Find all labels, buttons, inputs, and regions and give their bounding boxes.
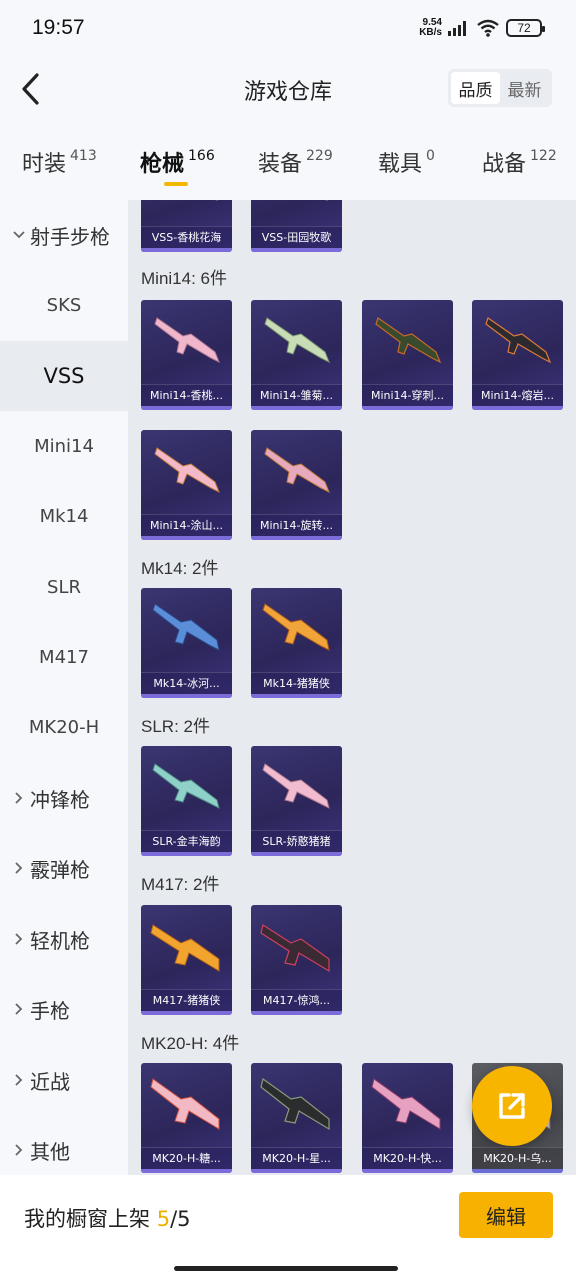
showcase-status: 我的橱窗上架 5/5 (24, 1207, 191, 1231)
battery-indicator: 72 (506, 19, 545, 37)
sidebar-group-smg[interactable]: 冲锋枪 (0, 763, 128, 833)
chevron-right-icon (12, 1073, 28, 1087)
rifle-icon (154, 447, 220, 494)
tab-fashion[interactable]: 时装 413 (22, 146, 97, 178)
signal-icon (448, 21, 466, 36)
skin-card[interactable]: M417-惊鸿... (251, 905, 342, 1015)
rifle-icon (262, 603, 330, 651)
skin-card[interactable]: Mini14-旋转... (251, 430, 342, 540)
status-bar: 19:57 9.54 KB/s 72 (0, 0, 576, 60)
section-title-m417: M417: 2件 (141, 875, 220, 894)
sort-quality-button[interactable]: 品质 (451, 72, 500, 104)
status-icons: 9.54 KB/s 72 (419, 17, 545, 38)
rifle-icon (260, 1077, 330, 1131)
sidebar-item-vss[interactable]: VSS (0, 341, 128, 411)
skin-card[interactable]: Mini14-香桃... (141, 300, 232, 410)
rifle-icon (260, 924, 330, 973)
edit-button[interactable]: 编辑 (459, 1192, 553, 1238)
section-title-mk20h: MK20-H: 4件 (141, 1034, 240, 1053)
tab-vehicles[interactable]: 载具 0 (378, 146, 435, 178)
wifi-icon (477, 19, 499, 37)
skin-card[interactable]: Mini14-穿刺... (362, 300, 453, 410)
skin-card[interactable]: Mini14-熔岩... (472, 300, 563, 410)
tab-firearms[interactable]: 枪械 166 (140, 146, 215, 178)
rifle-icon (150, 1078, 220, 1130)
tab-equipment[interactable]: 装备 229 (258, 146, 333, 178)
sidebar-group-lmg[interactable]: 轻机枪 (0, 904, 128, 974)
rifle-icon (152, 603, 220, 651)
chevron-down-icon (12, 228, 28, 242)
sidebar-item-sks[interactable]: SKS (0, 270, 128, 340)
sort-toggle: 品质 最新 (448, 69, 552, 107)
header: 游戏仓库 品质 最新 (0, 60, 576, 120)
weapon-type-sidebar: 射手步枪 SKS VSS Mini14 Mk14 SLR M417 MK20-H… (0, 200, 128, 1175)
network-speed: 9.54 KB/s (419, 17, 442, 38)
chevron-right-icon (12, 791, 28, 805)
chevron-right-icon (12, 861, 28, 875)
rifle-icon (324, 200, 328, 201)
skin-card[interactable]: SLR-娇憨猪猪 (251, 746, 342, 856)
skin-card[interactable]: VSS-香桃花海 (141, 200, 232, 252)
skin-card[interactable]: MK20-H-快... (362, 1063, 453, 1173)
sidebar-group-pistol[interactable]: 手枪 (0, 974, 128, 1044)
skin-card[interactable]: SLR-金丰海韵 (141, 746, 232, 856)
rifle-icon (264, 447, 330, 494)
section-title-slr: SLR: 2件 (141, 717, 210, 736)
status-time: 19:57 (32, 16, 85, 39)
share-button[interactable] (472, 1066, 552, 1146)
share-icon (499, 1093, 525, 1119)
skin-card[interactable]: Mk14-冰河... (141, 588, 232, 698)
skin-list: VSS-香桃花海 VSS-田园牧歌 Mini14: 6件 Mini14-香桃..… (128, 200, 576, 1175)
rifle-icon (154, 317, 220, 364)
tab-war-gear[interactable]: 战备 122 (482, 146, 557, 178)
skin-card[interactable]: Mk14-猪猪侠 (251, 588, 342, 698)
section-title-mini14: Mini14: 6件 (141, 269, 227, 288)
sidebar-item-m417[interactable]: M417 (0, 622, 128, 692)
sidebar-group-shotgun[interactable]: 霰弹枪 (0, 833, 128, 903)
rifle-icon (214, 200, 218, 201)
rifle-icon (150, 924, 220, 972)
rifle-icon (264, 317, 330, 364)
sidebar-item-mk20h[interactable]: MK20-H (0, 692, 128, 762)
rifle-icon (262, 763, 330, 809)
category-tabs: 时装 413 枪械 166 装备 229 载具 0 战备 122 (0, 130, 576, 194)
rifle-icon (371, 1078, 441, 1130)
skin-card[interactable]: MK20-H-糖... (141, 1063, 232, 1173)
bottom-bar: 我的橱窗上架 5/5 编辑 (0, 1175, 576, 1280)
chevron-right-icon (12, 1002, 28, 1016)
sidebar-group-melee[interactable]: 近战 (0, 1045, 128, 1115)
sidebar-group-sniper[interactable]: 射手步枪 (0, 200, 128, 270)
active-tab-underline (164, 182, 188, 186)
sidebar-item-mini14[interactable]: Mini14 (0, 411, 128, 481)
sidebar-item-mk14[interactable]: Mk14 (0, 481, 128, 551)
section-title-mk14: Mk14: 2件 (141, 559, 219, 578)
rifle-icon (152, 763, 220, 809)
sidebar-group-other[interactable]: 其他 (0, 1115, 128, 1175)
rifle-icon (485, 317, 552, 364)
skin-card[interactable]: M417-猪猪侠 (141, 905, 232, 1015)
chevron-right-icon (12, 932, 28, 946)
skin-card[interactable]: VSS-田园牧歌 (251, 200, 342, 252)
skin-card[interactable]: MK20-H-星... (251, 1063, 342, 1173)
home-indicator[interactable] (174, 1266, 398, 1271)
sort-newest-button[interactable]: 最新 (500, 72, 549, 104)
skin-card[interactable]: Mini14-雏菊... (251, 300, 342, 410)
rifle-icon (375, 317, 442, 364)
chevron-right-icon (12, 1143, 28, 1157)
sidebar-item-slr[interactable]: SLR (0, 552, 128, 622)
skin-card[interactable]: Mini14-涂山... (141, 430, 232, 540)
